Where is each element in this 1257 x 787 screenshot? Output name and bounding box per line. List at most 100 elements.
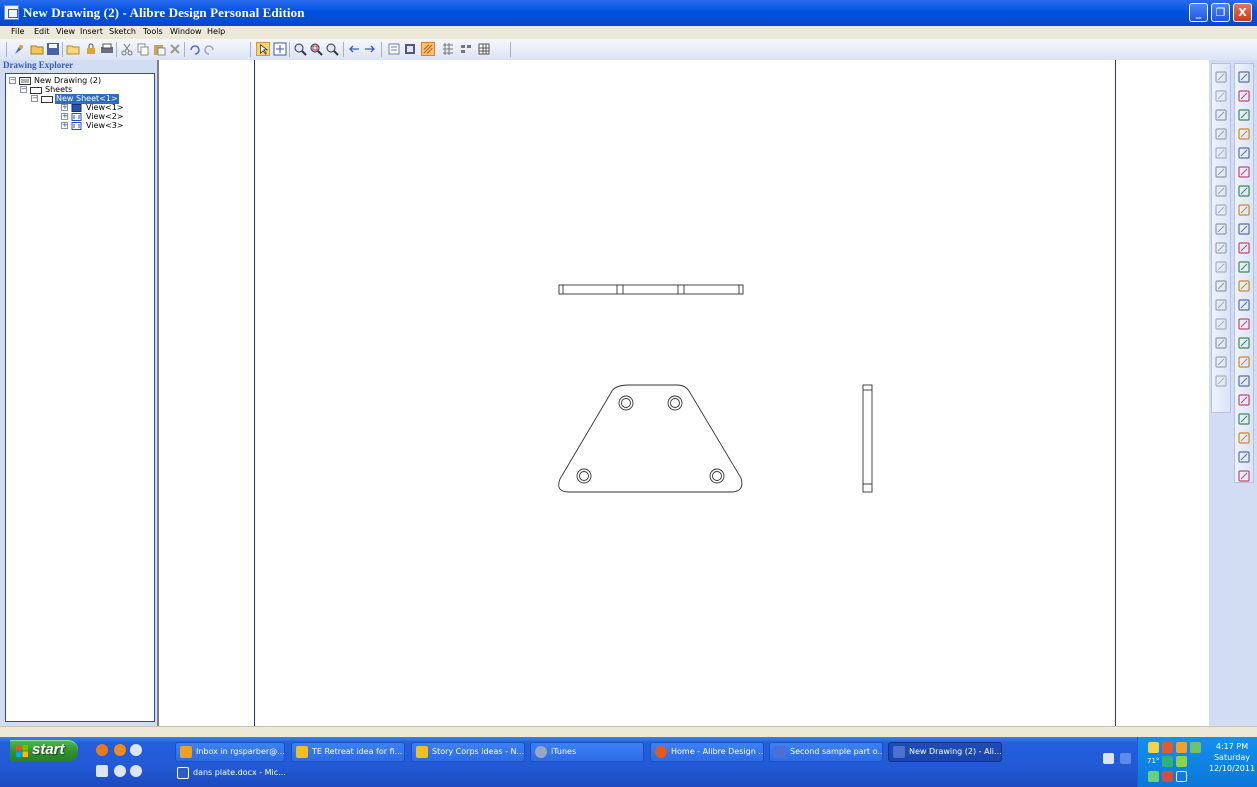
feature-control-icon[interactable] [1237, 298, 1251, 312]
save-icon[interactable] [46, 42, 60, 56]
menu-sketch[interactable]: Sketch [109, 27, 136, 36]
expand-toggle[interactable]: + [61, 113, 68, 120]
auxiliary-view-icon[interactable] [1237, 184, 1251, 198]
cut-icon[interactable] [120, 42, 134, 56]
standard-view-icon[interactable] [1237, 89, 1251, 103]
sheet-icon[interactable] [387, 42, 401, 56]
tray-update-icon[interactable] [1176, 742, 1187, 753]
open-icon[interactable] [30, 42, 44, 56]
smart-dimension-icon[interactable] [1214, 70, 1228, 84]
arc-3pt-icon[interactable] [1214, 184, 1228, 198]
tray-help-icon[interactable] [1103, 753, 1114, 764]
taskbar-item-story-corps[interactable]: Story Corps ideas - N... [411, 742, 525, 762]
chamfer-icon[interactable] [1214, 336, 1228, 350]
minimize-button[interactable]: _ [1189, 3, 1208, 22]
detail-icon[interactable] [1237, 108, 1251, 122]
expand-toggle[interactable]: + [61, 122, 68, 129]
quicklaunch-email-icon[interactable] [114, 744, 126, 756]
balloon-icon[interactable] [1237, 355, 1251, 369]
menu-window[interactable]: Window [170, 27, 202, 36]
taskbar-item-alibre-home[interactable]: Home - Alibre Design ... [650, 742, 764, 762]
quicklaunch-media-icon[interactable] [130, 765, 142, 777]
table-icon[interactable] [1237, 393, 1251, 407]
app-icon[interactable] [4, 5, 19, 20]
weld-icon[interactable] [1237, 336, 1251, 350]
fillet-icon[interactable] [1214, 317, 1228, 331]
taskbar-item-itunes[interactable]: iTunes [530, 742, 644, 762]
tray-clock[interactable]: 4:17 PM Saturday 12/10/2011 [1206, 741, 1257, 774]
tray-warning-icon[interactable] [1176, 771, 1187, 782]
lock-icon[interactable] [84, 42, 98, 56]
offset-icon[interactable] [1214, 355, 1228, 369]
collapse-toggle[interactable]: − [31, 95, 38, 102]
menu-help[interactable]: Help [207, 27, 225, 36]
menu-insert[interactable]: Insert [80, 27, 103, 36]
print-icon[interactable] [100, 42, 114, 56]
layers-icon[interactable] [1237, 469, 1251, 483]
start-button[interactable]: start [10, 740, 78, 762]
menu-edit[interactable]: Edit [34, 27, 50, 36]
text-icon[interactable] [1237, 431, 1251, 445]
redo-icon[interactable] [202, 42, 216, 56]
trim-icon[interactable] [1214, 279, 1228, 293]
pattern-icon[interactable] [441, 42, 455, 56]
menu-view[interactable]: View [56, 27, 75, 36]
explorer-tree[interactable]: − New Drawing (2) − Sheets − New Sheet<1… [5, 73, 155, 722]
arc-icon[interactable] [1214, 127, 1228, 141]
center-mark-icon[interactable] [1237, 374, 1251, 388]
taskbar-item-inbox[interactable]: Inbox in rgsparber@... [175, 742, 285, 762]
extend-icon[interactable] [1214, 298, 1228, 312]
tray-weather-icon[interactable] [1162, 756, 1173, 767]
title-bar[interactable]: New Drawing (2) - Alibre Design Personal… [0, 0, 1257, 26]
zoom-out-icon[interactable] [325, 42, 339, 56]
paste-icon[interactable] [152, 42, 166, 56]
collapse-toggle[interactable]: − [20, 86, 27, 93]
delete-icon[interactable] [168, 42, 182, 56]
circle-icon[interactable] [1214, 165, 1228, 179]
expand-toggle[interactable]: + [61, 104, 68, 111]
quicklaunch-firefox-icon[interactable] [96, 744, 108, 756]
mirror-icon[interactable] [1214, 374, 1228, 388]
table-icon[interactable] [477, 42, 491, 56]
undo-icon[interactable] [188, 42, 202, 56]
table-view-icon[interactable] [1237, 222, 1251, 236]
book-icon[interactable] [403, 42, 417, 56]
bom-icon[interactable] [1237, 412, 1251, 426]
crop-icon[interactable] [1237, 203, 1251, 217]
quicklaunch-desktop-icon[interactable] [96, 765, 108, 777]
close-button[interactable]: X [1233, 3, 1252, 22]
menu-tools[interactable]: Tools [143, 27, 163, 36]
break-icon[interactable] [1237, 165, 1251, 179]
line-icon[interactable] [1214, 108, 1228, 122]
tray-sync-icon[interactable] [1148, 771, 1159, 782]
tray-network-icon[interactable] [1148, 742, 1159, 753]
centerline-icon[interactable] [1214, 260, 1228, 274]
new-sheet-icon[interactable] [1237, 70, 1251, 84]
new-icon[interactable] [12, 42, 26, 56]
surface-finish-icon[interactable] [1237, 317, 1251, 331]
hatch-icon[interactable] [421, 42, 435, 56]
maximize-button[interactable]: ❐ [1211, 3, 1230, 22]
previous-view-icon[interactable] [347, 42, 361, 56]
taskbar-item-word-doc[interactable]: dans plate.docx - Mic... [175, 764, 286, 784]
drawing-view-front[interactable] [558, 384, 743, 493]
datum-icon[interactable] [1237, 260, 1251, 274]
tray-temperature[interactable]: 71° [1147, 757, 1159, 765]
tray-chevron-icon[interactable] [1120, 753, 1131, 764]
hole-callout-icon[interactable] [1237, 279, 1251, 293]
rectangle-icon[interactable] [1214, 203, 1228, 217]
zoom-in-icon[interactable] [293, 42, 307, 56]
section-view-icon[interactable] [1237, 127, 1251, 141]
quicklaunch-ie-icon[interactable] [130, 744, 142, 756]
tray-shield-icon[interactable] [1162, 771, 1173, 782]
drawing-view-side[interactable] [862, 384, 873, 493]
select-icon[interactable] [256, 42, 270, 56]
quicklaunch-help-icon[interactable] [114, 765, 126, 777]
copy-icon[interactable] [136, 42, 150, 56]
point-icon[interactable] [1214, 89, 1228, 103]
tray-security-icon[interactable] [1162, 742, 1173, 753]
note-icon[interactable] [1237, 241, 1251, 255]
zoom-window-icon[interactable] [309, 42, 323, 56]
collapse-toggle[interactable]: − [9, 77, 16, 84]
menu-file[interactable]: File [11, 27, 24, 36]
